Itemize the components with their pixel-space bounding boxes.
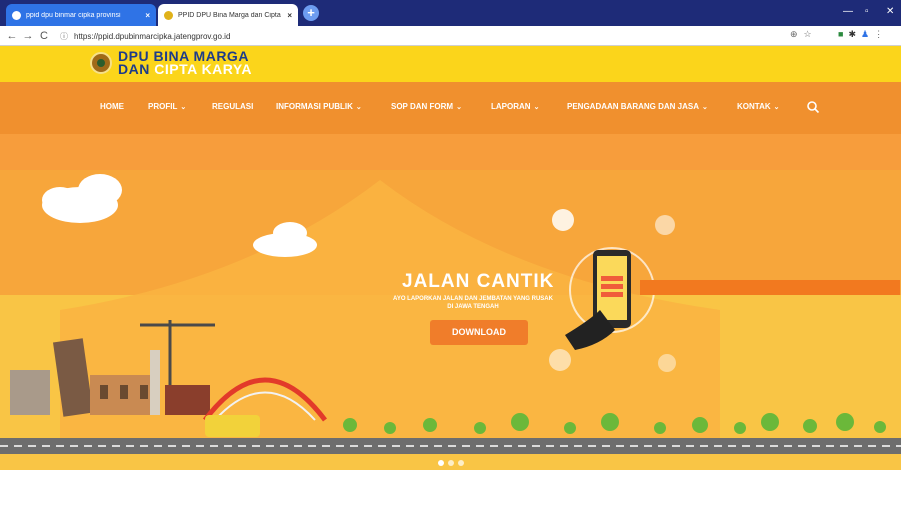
close-icon[interactable]: × — [287, 11, 292, 20]
nav-item-sop-dan-form[interactable]: SOP DAN FORM ⌄ — [391, 102, 462, 111]
tab-search[interactable]: ppid dpu binmar cipka provinsi × — [6, 4, 156, 26]
nav-item-home[interactable]: HOME — [100, 102, 124, 111]
slide-title: JALAN CANTIK — [402, 271, 555, 292]
new-tab-button[interactable]: + — [303, 5, 319, 21]
slider-dot[interactable] — [448, 460, 454, 466]
chevron-down-icon: ⌄ — [773, 104, 780, 111]
app-icon — [655, 215, 675, 235]
nav-label: PENGADAAN BARANG DAN JASA — [567, 102, 700, 111]
extension-icon[interactable]: ♟ — [861, 29, 869, 40]
app-icon — [658, 354, 676, 372]
google-icon — [12, 10, 21, 20]
main-nav: HOME PROFIL ⌄ REGULASI INFORMASI PUBLIK ⌄ … — [0, 82, 901, 134]
reload-icon[interactable]: C — [36, 30, 52, 42]
chevron-down-icon: ⌄ — [355, 104, 362, 111]
nav-item-informasi-publik[interactable]: INFORMASI PUBLIK ⌄ — [276, 102, 362, 111]
nav-label: HOME — [100, 102, 124, 111]
slide-subtitle: AYO LAPORKAN JALAN DAN JEMBATAN YANG RUS… — [393, 296, 553, 310]
nav-item-profil[interactable]: PROFIL ⌄ — [148, 102, 186, 111]
nav-item-laporan[interactable]: LAPORAN ⌄ — [491, 102, 539, 111]
tab-label: PPID DPU Bina Marga dan Cipta — [178, 11, 281, 19]
site-header: DPU BINA MARGA DAN CIPTA KARYA — [0, 46, 901, 82]
nav-label: PROFIL — [148, 102, 178, 111]
truck-illustration — [205, 415, 260, 437]
info-icon[interactable]: ⓘ — [60, 31, 70, 42]
chevron-down-icon: ⌄ — [180, 104, 187, 111]
nav-label: LAPORAN — [491, 102, 531, 111]
back-icon[interactable]: ← — [4, 30, 20, 42]
chevron-down-icon: ⌄ — [533, 104, 540, 111]
logo-word: CIPTA KARYA — [154, 61, 253, 77]
close-icon[interactable]: × — [145, 11, 150, 20]
minimize-icon[interactable]: — — [843, 6, 853, 17]
toolbar: ← → C ⓘ https://ppid.dpubinmarcipka.jate… — [0, 26, 901, 46]
nav-label: REGULASI — [212, 102, 254, 111]
tab-strip: ppid dpu binmar cipka provinsi × PPID DP… — [0, 0, 901, 26]
site-favicon-icon — [164, 10, 173, 20]
slider-dot[interactable] — [438, 460, 444, 466]
extension-icon[interactable]: ■ — [838, 29, 843, 40]
star-icon[interactable]: ☆ — [804, 29, 812, 40]
menu-icon[interactable]: ⋮ — [874, 29, 883, 40]
address-bar[interactable]: ⓘ https://ppid.dpubinmarcipka.jatengprov… — [60, 29, 830, 43]
hero-slider: JALAN CANTIK AYO LAPORKAN JALAN DAN JEMB… — [0, 170, 901, 470]
forward-icon[interactable]: → — [20, 30, 36, 42]
maximize-icon[interactable]: ▫ — [865, 6, 869, 17]
slider-dot[interactable] — [458, 460, 464, 466]
zoom-icon[interactable]: ⊕ — [790, 29, 798, 40]
app-icon — [549, 349, 571, 371]
nav-item-kontak[interactable]: KONTAK ⌄ — [737, 102, 780, 111]
browser-window: ppid dpu binmar cipka provinsi × PPID DP… — [0, 0, 901, 506]
nav-item-pengadaan[interactable]: PENGADAAN BARANG DAN JASA ⌄ — [567, 102, 708, 111]
nav-item-regulasi[interactable]: REGULASI — [212, 102, 253, 111]
chevron-down-icon: ⌄ — [456, 104, 462, 111]
nav-label: KONTAK — [737, 102, 771, 111]
url-text[interactable]: https://ppid.dpubinmarcipka.jatengprov.g… — [74, 32, 230, 41]
app-icon — [552, 209, 574, 231]
emblem-icon — [90, 52, 112, 74]
extension-icon[interactable]: ✱ — [848, 29, 856, 40]
download-button[interactable]: DOWNLOAD — [430, 320, 528, 345]
logo-word: DAN — [118, 61, 150, 77]
tab-ppid[interactable]: PPID DPU Bina Marga dan Cipta × — [158, 4, 298, 26]
site-logo[interactable]: DPU BINA MARGA DAN CIPTA KARYA — [90, 49, 253, 77]
chevron-down-icon: ⌄ — [702, 104, 708, 111]
page-content — [0, 470, 901, 506]
nav-label: SOP DAN FORM — [391, 102, 454, 111]
close-window-icon[interactable]: ✕ — [886, 6, 894, 17]
slider-dots — [438, 460, 464, 466]
logo-text: DPU BINA MARGA DAN CIPTA KARYA — [118, 49, 253, 77]
tab-label: ppid dpu binmar cipka provinsi — [26, 11, 121, 19]
search-icon[interactable] — [806, 100, 820, 114]
header-band — [0, 134, 901, 170]
nav-label: INFORMASI PUBLIK — [276, 102, 353, 111]
